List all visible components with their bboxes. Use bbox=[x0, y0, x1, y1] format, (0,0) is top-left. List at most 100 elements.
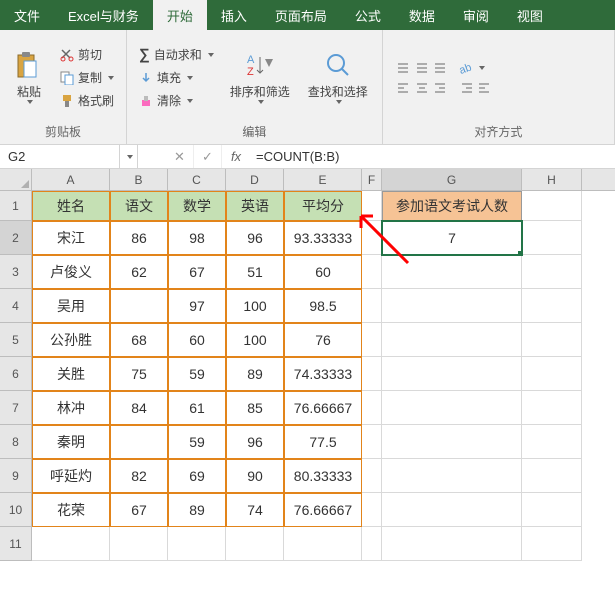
align-left-button[interactable] bbox=[391, 79, 449, 97]
cell-E7[interactable]: 76.66667 bbox=[284, 391, 362, 425]
col-header-A[interactable]: A bbox=[32, 169, 110, 190]
fill-button[interactable]: 填充 bbox=[135, 67, 218, 88]
col-header-E[interactable]: E bbox=[284, 169, 362, 190]
row-header-3[interactable]: 3 bbox=[0, 255, 32, 289]
cell-D10[interactable]: 74 bbox=[226, 493, 284, 527]
name-box-dropdown[interactable] bbox=[120, 145, 138, 168]
cell-A11[interactable] bbox=[32, 527, 110, 561]
row-header-8[interactable]: 8 bbox=[0, 425, 32, 459]
cell-G2[interactable]: 7 bbox=[382, 221, 522, 255]
cell-E1[interactable]: 平均分 bbox=[284, 191, 362, 221]
cell-A1[interactable]: 姓名 bbox=[32, 191, 110, 221]
cell-H6[interactable] bbox=[522, 357, 582, 391]
tab-视图[interactable]: 视图 bbox=[503, 0, 557, 30]
col-header-H[interactable]: H bbox=[522, 169, 582, 190]
cell-E5[interactable]: 76 bbox=[284, 323, 362, 357]
cell-E4[interactable]: 98.5 bbox=[284, 289, 362, 323]
cell-F5[interactable] bbox=[362, 323, 382, 357]
cell-H8[interactable] bbox=[522, 425, 582, 459]
cell-G9[interactable] bbox=[382, 459, 522, 493]
col-header-G[interactable]: G bbox=[382, 169, 522, 190]
cell-D4[interactable]: 100 bbox=[226, 289, 284, 323]
cell-F2[interactable] bbox=[362, 221, 382, 255]
tab-文件[interactable]: 文件 bbox=[0, 0, 54, 30]
tab-公式[interactable]: 公式 bbox=[341, 0, 395, 30]
formula-input[interactable]: =COUNT(B:B) bbox=[250, 145, 615, 168]
cell-G1[interactable]: 参加语文考试人数 bbox=[382, 191, 522, 221]
row-header-7[interactable]: 7 bbox=[0, 391, 32, 425]
cell-C7[interactable]: 61 bbox=[168, 391, 226, 425]
cell-D1[interactable]: 英语 bbox=[226, 191, 284, 221]
cell-G5[interactable] bbox=[382, 323, 522, 357]
cell-F11[interactable] bbox=[362, 527, 382, 561]
paste-button[interactable]: 粘贴 bbox=[8, 34, 50, 121]
cell-B10[interactable]: 67 bbox=[110, 493, 168, 527]
cell-H7[interactable] bbox=[522, 391, 582, 425]
format-painter-button[interactable]: 格式刷 bbox=[56, 90, 118, 111]
cell-D7[interactable]: 85 bbox=[226, 391, 284, 425]
row-header-5[interactable]: 5 bbox=[0, 323, 32, 357]
find-select-button[interactable]: 查找和选择 bbox=[302, 34, 374, 121]
cancel-formula-button[interactable]: ✕ bbox=[166, 145, 194, 168]
row-header-6[interactable]: 6 bbox=[0, 357, 32, 391]
cell-B4[interactable] bbox=[110, 289, 168, 323]
cell-C8[interactable]: 59 bbox=[168, 425, 226, 459]
cell-A8[interactable]: 秦明 bbox=[32, 425, 110, 459]
tab-数据[interactable]: 数据 bbox=[395, 0, 449, 30]
cell-B8[interactable] bbox=[110, 425, 168, 459]
cell-H5[interactable] bbox=[522, 323, 582, 357]
cell-B2[interactable]: 86 bbox=[110, 221, 168, 255]
cell-C5[interactable]: 60 bbox=[168, 323, 226, 357]
cell-F7[interactable] bbox=[362, 391, 382, 425]
row-header-2[interactable]: 2 bbox=[0, 221, 32, 255]
cell-B5[interactable]: 68 bbox=[110, 323, 168, 357]
clear-button[interactable]: 清除 bbox=[135, 90, 218, 111]
cell-B9[interactable]: 82 bbox=[110, 459, 168, 493]
cell-D8[interactable]: 96 bbox=[226, 425, 284, 459]
indent-buttons[interactable] bbox=[455, 79, 497, 97]
cell-G7[interactable] bbox=[382, 391, 522, 425]
cell-A10[interactable]: 花荣 bbox=[32, 493, 110, 527]
cell-C2[interactable]: 98 bbox=[168, 221, 226, 255]
row-header-4[interactable]: 4 bbox=[0, 289, 32, 323]
cell-C1[interactable]: 数学 bbox=[168, 191, 226, 221]
cell-H1[interactable] bbox=[522, 191, 582, 221]
cell-E9[interactable]: 80.33333 bbox=[284, 459, 362, 493]
cell-D3[interactable]: 51 bbox=[226, 255, 284, 289]
cell-F8[interactable] bbox=[362, 425, 382, 459]
cell-F3[interactable] bbox=[362, 255, 382, 289]
cell-D2[interactable]: 96 bbox=[226, 221, 284, 255]
cell-D11[interactable] bbox=[226, 527, 284, 561]
col-header-B[interactable]: B bbox=[110, 169, 168, 190]
cell-H4[interactable] bbox=[522, 289, 582, 323]
cell-A9[interactable]: 呼延灼 bbox=[32, 459, 110, 493]
row-header-11[interactable]: 11 bbox=[0, 527, 32, 561]
col-header-F[interactable]: F bbox=[362, 169, 382, 190]
cell-B3[interactable]: 62 bbox=[110, 255, 168, 289]
cell-C4[interactable]: 97 bbox=[168, 289, 226, 323]
align-top-button[interactable] bbox=[391, 59, 449, 77]
fx-icon[interactable]: fx bbox=[222, 145, 250, 168]
col-header-C[interactable]: C bbox=[168, 169, 226, 190]
cell-F6[interactable] bbox=[362, 357, 382, 391]
select-all-corner[interactable] bbox=[0, 169, 32, 190]
cell-B11[interactable] bbox=[110, 527, 168, 561]
cut-button[interactable]: 剪切 bbox=[56, 44, 118, 65]
cell-G8[interactable] bbox=[382, 425, 522, 459]
row-header-10[interactable]: 10 bbox=[0, 493, 32, 527]
cell-F9[interactable] bbox=[362, 459, 382, 493]
cell-G11[interactable] bbox=[382, 527, 522, 561]
cell-F10[interactable] bbox=[362, 493, 382, 527]
cell-C10[interactable]: 89 bbox=[168, 493, 226, 527]
worksheet[interactable]: A B C D E F G H 1姓名语文数学英语平均分参加语文考试人数2宋江8… bbox=[0, 169, 615, 561]
cell-A3[interactable]: 卢俊义 bbox=[32, 255, 110, 289]
sort-filter-button[interactable]: AZ 排序和筛选 bbox=[224, 34, 296, 121]
cell-A7[interactable]: 林冲 bbox=[32, 391, 110, 425]
row-header-1[interactable]: 1 bbox=[0, 191, 32, 221]
cell-H2[interactable] bbox=[522, 221, 582, 255]
cell-E3[interactable]: 60 bbox=[284, 255, 362, 289]
cell-E11[interactable] bbox=[284, 527, 362, 561]
tab-插入[interactable]: 插入 bbox=[207, 0, 261, 30]
cell-A2[interactable]: 宋江 bbox=[32, 221, 110, 255]
col-header-D[interactable]: D bbox=[226, 169, 284, 190]
